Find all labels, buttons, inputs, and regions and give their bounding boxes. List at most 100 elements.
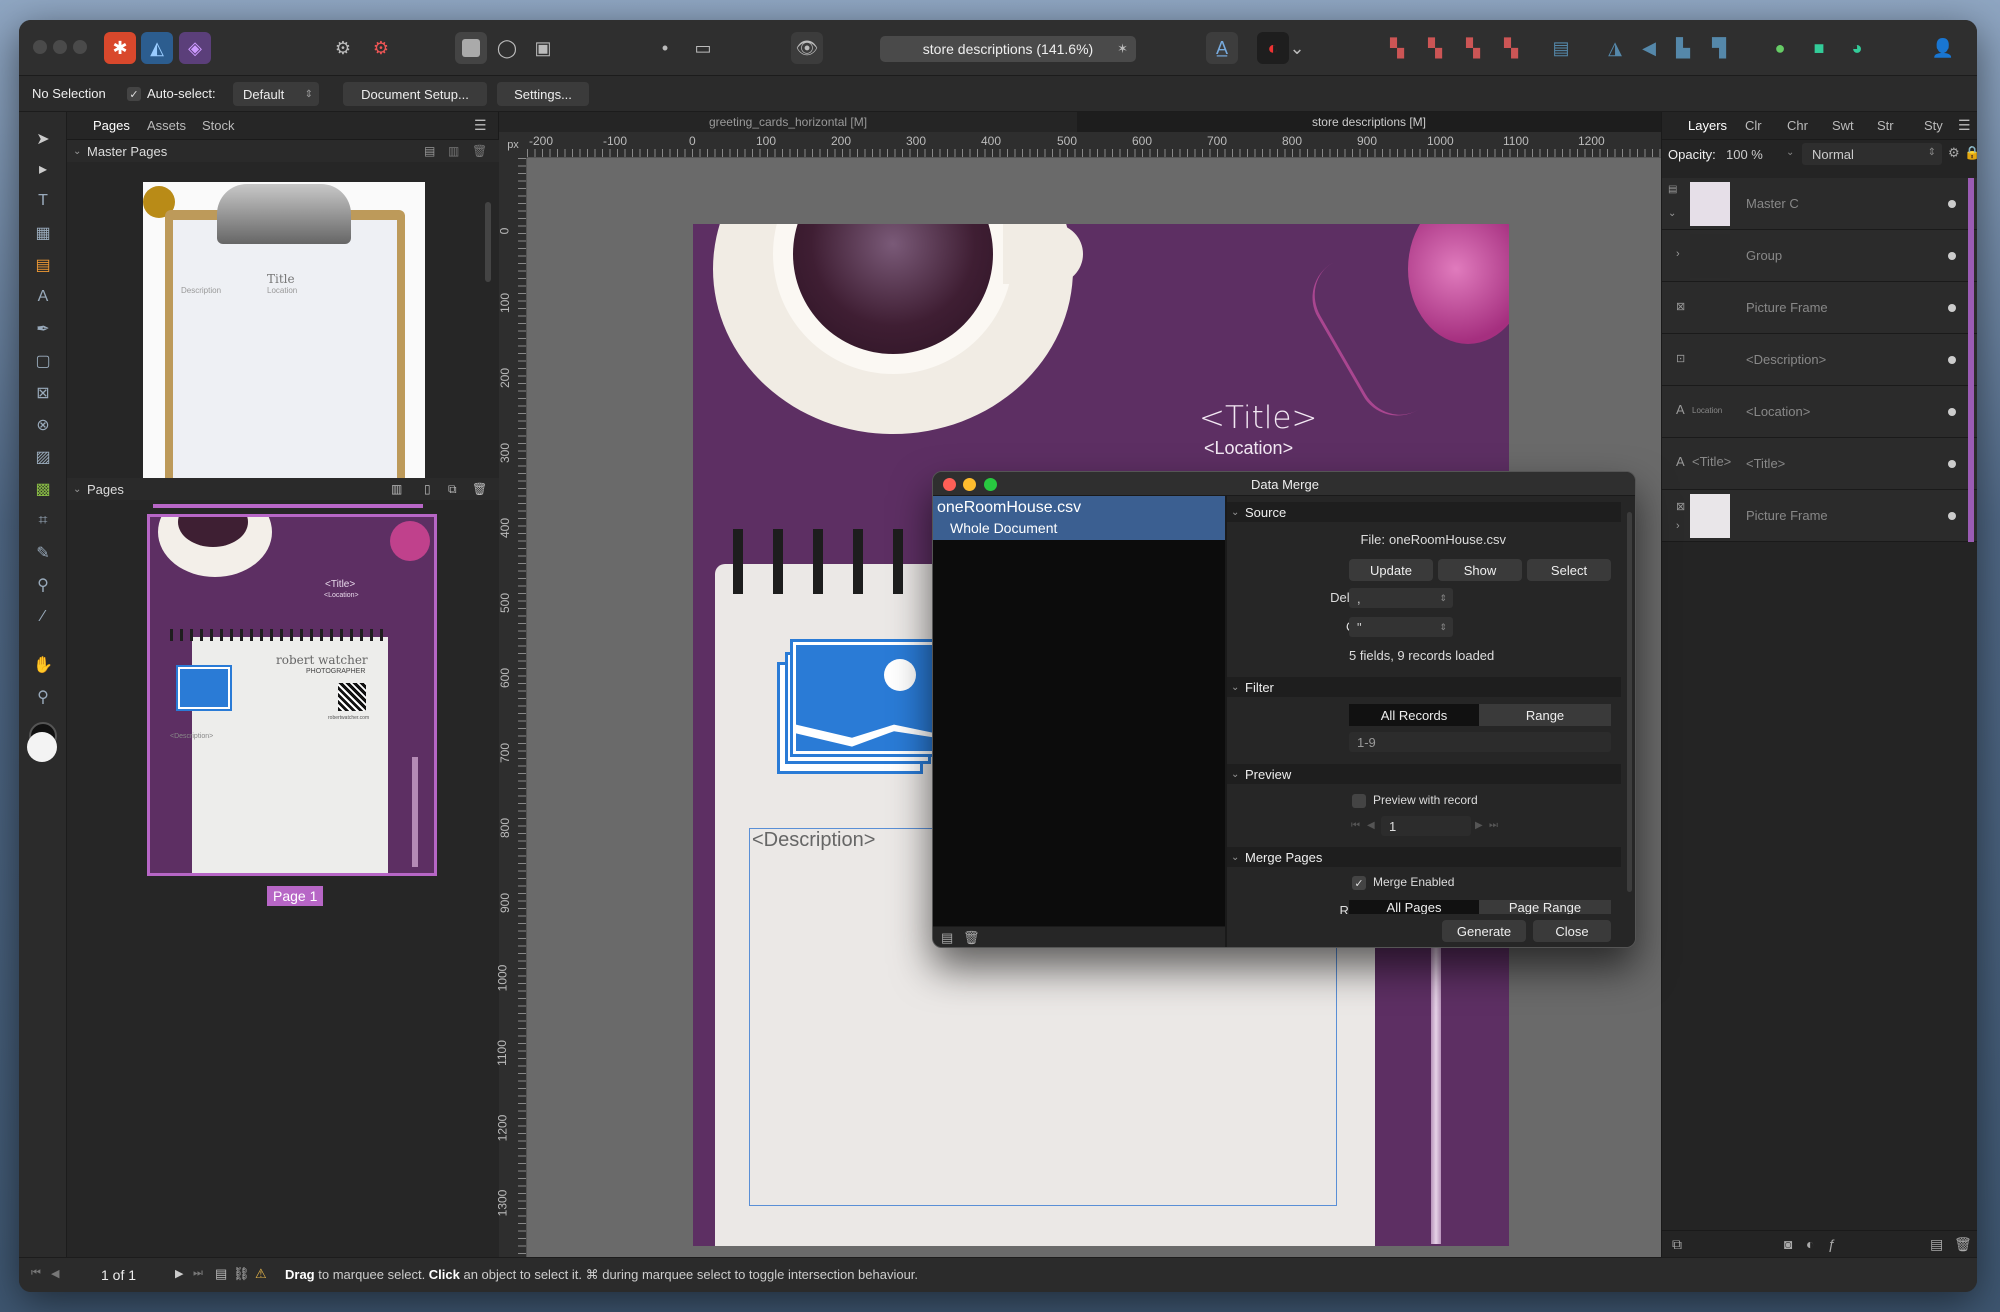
add-page-icon[interactable]: ▯ (424, 482, 431, 496)
collapse-icon[interactable]: ⌄ (1231, 852, 1239, 863)
page-1-thumbnail[interactable]: <Title> <Location> robert watcher PHOTOG… (147, 514, 437, 876)
layer-row[interactable]: › Group (1662, 230, 1977, 282)
add-master-icon[interactable]: ▤ (424, 144, 435, 158)
effects-icon[interactable]: ƒ (1828, 1236, 1836, 1252)
frame-text-tool-icon[interactable]: T (29, 188, 57, 214)
layer-row[interactable]: A <Title> <Title> (1662, 438, 1977, 490)
opacity-dropdown-icon[interactable]: ⌄ (1786, 147, 1794, 158)
add-layer-icon[interactable]: ▤ (1930, 1236, 1943, 1253)
all-records-segment[interactable]: All Records (1349, 704, 1479, 726)
visibility-dot[interactable] (1948, 460, 1956, 468)
photo-persona-icon[interactable]: ◈ (179, 32, 211, 64)
previous-page-icon[interactable]: ◀ (51, 1267, 59, 1280)
visibility-dot[interactable] (1948, 356, 1956, 364)
mask-icon[interactable]: ◙ (1784, 1236, 1792, 1252)
record-number-field[interactable]: 1 (1381, 816, 1471, 836)
last-record-icon[interactable]: ⏭ (1489, 820, 1498, 831)
delete-source-icon[interactable]: 🗑 (963, 930, 980, 946)
dialog-scrollbar[interactable] (1627, 512, 1632, 892)
layer-row[interactable]: ⊠ › Picture Frame (1662, 490, 1977, 542)
next-record-icon[interactable]: ▶ (1475, 820, 1483, 831)
arrange-back-icon[interactable]: ▚ (1381, 32, 1413, 64)
move-tool-icon[interactable]: ➤ (29, 126, 57, 152)
page-options-icon[interactable]: ▥ (391, 482, 402, 496)
delete-master-icon[interactable]: 🗑 (472, 144, 487, 158)
expand-icon[interactable]: › (1676, 248, 1680, 260)
update-button[interactable]: Update (1349, 559, 1433, 581)
snapping-icon[interactable]: ◐ (1257, 32, 1289, 64)
zoom-window-button[interactable] (73, 40, 87, 54)
vector-crop-tool-icon[interactable]: ▩ (29, 476, 57, 502)
node-tool-icon[interactable]: ▸ (29, 156, 57, 182)
title-placeholder[interactable]: <Title> (1199, 400, 1317, 436)
tab-styles[interactable]: Sty (1924, 118, 1943, 133)
pen-tool-icon[interactable]: ✒ (29, 316, 57, 342)
visibility-dot[interactable] (1948, 304, 1956, 312)
page-1-label[interactable]: Page 1 (267, 886, 324, 906)
panel-menu-icon[interactable]: ☰ (1958, 117, 1971, 134)
preflight-icon[interactable]: ⚙ (365, 32, 397, 64)
layer-settings-icon[interactable]: ⚙ (1948, 145, 1960, 161)
rectangle-frame-tool-icon[interactable]: ⊠ (29, 380, 57, 406)
duplicate-page-icon[interactable]: ⧉ (448, 482, 457, 497)
select-button[interactable]: Select (1527, 559, 1611, 581)
artistic-text-tool-icon[interactable]: A (29, 284, 57, 310)
publisher-persona-icon[interactable]: ✱ (104, 32, 136, 64)
tab-stock[interactable]: Stock (202, 118, 235, 133)
generate-button[interactable]: Generate (1442, 920, 1526, 942)
opacity-value[interactable]: 100 % (1726, 147, 1763, 162)
merge-enabled-checkbox[interactable]: ✓ (1352, 876, 1366, 890)
view-mode-normal-icon[interactable] (455, 32, 487, 64)
close-button[interactable]: Close (1533, 920, 1611, 942)
arrange-forward-icon[interactable]: ▚ (1457, 32, 1489, 64)
layer-row[interactable]: ⊠ Picture Frame (1662, 282, 1977, 334)
transparency-tool-icon[interactable]: ⚲ (29, 572, 57, 598)
next-page-icon[interactable]: ▶ (175, 1267, 183, 1280)
tab-swatches[interactable]: Swt (1832, 118, 1854, 133)
picture-frame-tool-icon[interactable]: ▤ (29, 252, 57, 278)
data-source-item[interactable]: oneRoomHouse.csv Whole Document (933, 496, 1225, 540)
fill-color-swatch[interactable] (27, 732, 57, 762)
visibility-dot[interactable] (1948, 408, 1956, 416)
document-title-field[interactable]: store descriptions (141.6%) ✶ (880, 36, 1136, 62)
table-tool-icon[interactable]: ▦ (29, 220, 57, 246)
rotate-right-icon[interactable]: ▜ (1703, 32, 1735, 64)
stepper-icon[interactable]: ⇕ (1439, 622, 1447, 633)
layer-options-icon[interactable]: ⧉ (1672, 1236, 1682, 1253)
vertical-ruler[interactable]: 0 100 200 300 400 500 600 700 800 900 10… (495, 158, 527, 1257)
filter-section-header[interactable]: ⌄ Filter (1227, 677, 1621, 697)
frame-icon[interactable]: ▭ (687, 32, 719, 64)
warning-icon[interactable]: ⚠ (255, 1266, 267, 1282)
master-scrollbar[interactable] (485, 202, 491, 282)
adjustment-icon[interactable]: ◐ (1806, 1236, 1814, 1252)
picture-frame-placeholder-icon[interactable] (790, 639, 942, 757)
view-mode-clip-icon[interactable]: ▣ (527, 32, 559, 64)
settings-button[interactable]: Settings... (497, 82, 589, 106)
document-setup-button[interactable]: Document Setup... (343, 82, 487, 106)
range-field[interactable]: 1-9 (1349, 732, 1611, 752)
tab-stroke[interactable]: Str (1877, 118, 1894, 133)
collapse-icon[interactable]: ⌄ (1231, 507, 1239, 518)
boolean-add-icon[interactable]: ● (1764, 32, 1796, 64)
hand-tool-icon[interactable]: ✋ (29, 652, 57, 678)
master-page-thumbnail[interactable]: Title Location Description (143, 182, 425, 486)
merge-pages-section-header[interactable]: ⌄ Merge Pages (1227, 847, 1621, 867)
layer-row[interactable]: ⊡ <Description> (1662, 334, 1977, 386)
visibility-dot[interactable] (1948, 512, 1956, 520)
rectangle-tool-icon[interactable]: ▢ (29, 348, 57, 374)
show-button[interactable]: Show (1438, 559, 1522, 581)
collapse-icon[interactable]: ⌄ (73, 146, 81, 157)
flip-vertical-icon[interactable]: ◀ (1633, 32, 1665, 64)
quote-field[interactable]: " ⇕ (1349, 617, 1453, 637)
boolean-intersect-icon[interactable]: ◕ (1841, 32, 1873, 64)
snapping-dropdown-icon[interactable]: ⌄ (1289, 32, 1305, 64)
all-pages-segment[interactable]: All Pages (1349, 900, 1479, 914)
expand-icon[interactable]: ⌄ (1668, 208, 1676, 219)
previous-record-icon[interactable]: ◀ (1367, 820, 1375, 831)
tab-store-descriptions[interactable]: store descriptions [M] (1077, 112, 1661, 132)
visibility-dot[interactable] (1948, 200, 1956, 208)
align-icon[interactable]: ▤ (1545, 32, 1577, 64)
preview-mode-icon[interactable]: 👁 (791, 32, 823, 64)
text-wrap-icon[interactable]: A̲ (1206, 32, 1238, 64)
arrange-backward-icon[interactable]: ▚ (1419, 32, 1451, 64)
